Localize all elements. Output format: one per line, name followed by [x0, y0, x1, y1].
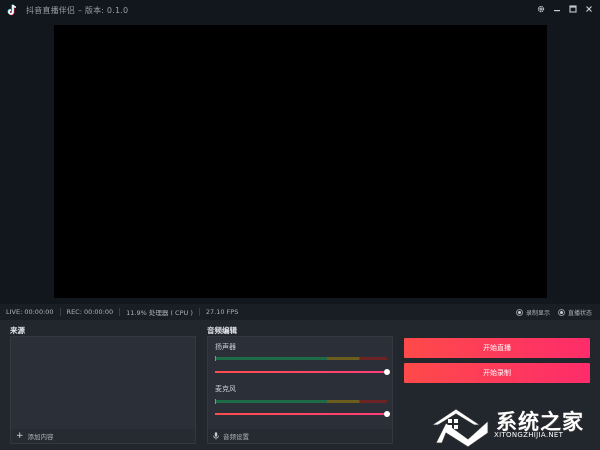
record-display-option[interactable]: 录制显示 — [515, 308, 550, 317]
mic-volume-slider[interactable] — [215, 411, 390, 417]
cpu-usage: 11.9% 处理器 ( CPU ) — [126, 309, 193, 317]
audio-title: 音频编辑 — [207, 326, 237, 335]
radio-icon — [557, 309, 565, 316]
rec-timer: REC: 00:00:00 — [66, 308, 114, 316]
maximize-icon[interactable] — [566, 2, 580, 16]
speaker-level-meter — [215, 356, 387, 361]
site-watermark: 系统之家 XITONGZHIJIA.NET — [428, 403, 596, 447]
speaker-volume-slider[interactable] — [215, 369, 390, 375]
minimize-icon[interactable] — [550, 2, 564, 16]
watermark-url: XITONGZHIJIA.NET — [494, 431, 564, 439]
microphone-icon — [213, 432, 219, 440]
audio-mixer: 扬声器 麦克风 音频设置 — [207, 336, 393, 444]
radio-icon — [515, 309, 523, 316]
live-timer: LIVE: 00:00:00 — [6, 308, 54, 316]
speaker-label: 扬声器 — [215, 343, 236, 351]
record-display-label: 录制显示 — [525, 310, 550, 317]
status-options: 录制显示 直播状态 — [515, 308, 592, 317]
mic-level-meter — [215, 399, 387, 404]
add-source-button[interactable]: + 添加内容 — [11, 429, 195, 443]
live-status-option[interactable]: 直播状态 — [557, 308, 592, 317]
sources-title: 来源 — [10, 326, 25, 335]
meter-marker — [215, 356, 216, 361]
audio-settings-label: 音频设置 — [223, 433, 249, 441]
live-preview-canvas[interactable] — [54, 25, 547, 298]
meter-marker — [215, 399, 216, 404]
window-controls — [534, 2, 596, 16]
douyin-logo-icon — [6, 4, 18, 16]
start-record-button[interactable]: 开始录制 — [404, 363, 590, 383]
sources-list[interactable]: + 添加内容 — [10, 336, 196, 444]
status-bar: LIVE: 00:00:00 REC: 00:00:00 11.9% 处理器 (… — [0, 304, 600, 320]
mic-label: 麦克风 — [215, 385, 236, 393]
add-source-label: 添加内容 — [27, 433, 54, 441]
app-title: 抖音直播伴侣 – 版本: 0.1.0 — [26, 5, 129, 15]
slider-knob[interactable] — [384, 411, 390, 417]
live-status-label: 直播状态 — [567, 310, 592, 317]
close-icon[interactable] — [582, 2, 596, 16]
plus-icon: + — [16, 430, 24, 441]
gear-icon[interactable] — [534, 2, 548, 16]
slider-knob[interactable] — [384, 369, 390, 375]
watermark-logo-icon — [430, 408, 489, 447]
audio-settings-button[interactable]: 音频设置 — [208, 429, 392, 443]
title-bar: 抖音直播伴侣 – 版本: 0.1.0 — [0, 0, 600, 20]
start-live-button[interactable]: 开始直播 — [404, 338, 590, 358]
fps-counter: 27.10 FPS — [205, 308, 239, 316]
preview-area — [0, 20, 600, 304]
